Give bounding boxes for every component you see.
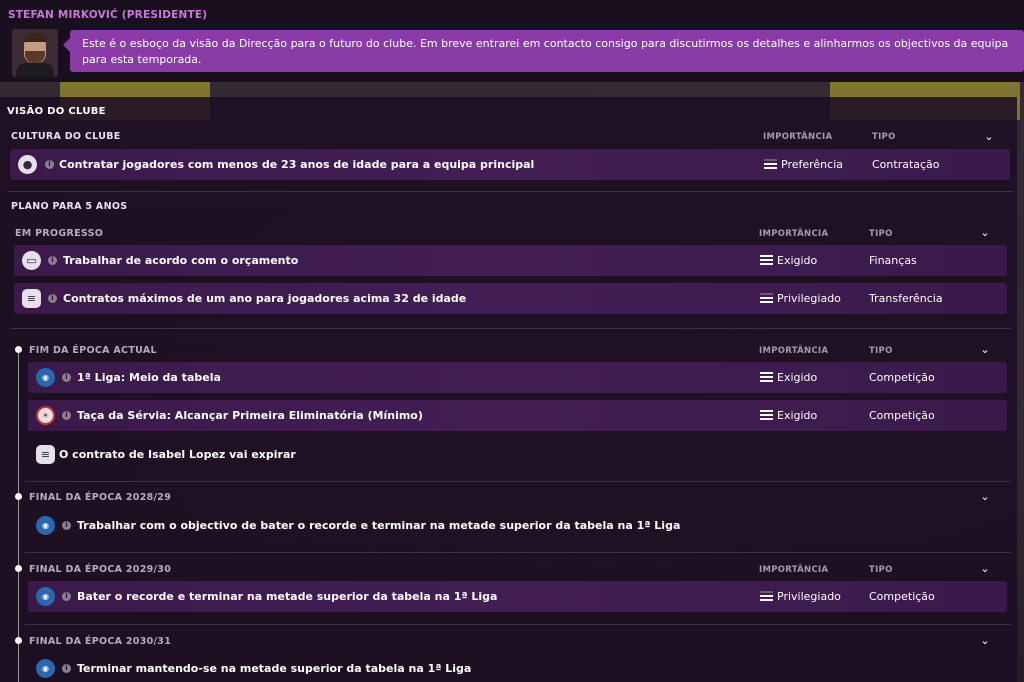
importance-bars-icon (760, 293, 773, 305)
group-title-season-2030-31: FINAL DA ÉPOCA 2030/31 (29, 636, 172, 647)
league-logo-icon: ◉ (36, 659, 55, 678)
col-importance-header: IMPORTÂNCIA (759, 565, 829, 575)
col-type-header: TIPO (869, 565, 893, 575)
person-icon: ● (18, 155, 37, 174)
chairman-speech-bubble: Este é o esboço da visão da Direcção par… (63, 30, 1024, 72)
vision-row[interactable]: ▭ i Trabalhar de acordo com o orçamento … (14, 245, 1007, 276)
chevron-down-icon[interactable]: ⌄ (978, 635, 992, 647)
vision-row-label: Contratar jogadores com menos de 23 anos… (59, 158, 535, 171)
chevron-down-icon[interactable]: ⌄ (978, 491, 992, 503)
importance-bars-icon (760, 255, 773, 267)
importance-value: Exigido (777, 409, 818, 422)
club-vision-panel: VISÃO DO CLUBE CULTURA DO CLUBE IMPORTÂN… (0, 97, 1017, 682)
timeline-dot (15, 565, 22, 572)
group-title-season-2029-30: FINAL DA ÉPOCA 2029/30 (29, 564, 172, 575)
group-title-season-2028-29: FINAL DA ÉPOCA 2028/29 (29, 492, 172, 503)
info-icon[interactable]: i (62, 664, 71, 673)
info-icon[interactable]: i (48, 256, 57, 265)
chairman-name: STEFAN MIRKOVIĆ (PRESIDENTE) (8, 9, 208, 21)
vision-row[interactable]: ◉ i 1ª Liga: Meio da tabela Exigido Comp… (28, 362, 1007, 393)
divider (7, 191, 1013, 192)
section-title-five-year-plan: PLANO PARA 5 ANOS (11, 201, 128, 212)
divider (11, 328, 1011, 329)
info-icon[interactable]: i (48, 294, 57, 303)
league-logo-icon: ◉ (36, 368, 55, 387)
type-value: Competição (869, 371, 935, 384)
col-type-header: TIPO (872, 132, 896, 142)
info-icon[interactable]: i (45, 160, 54, 169)
chevron-down-icon[interactable]: ⌄ (978, 344, 992, 356)
info-icon[interactable]: i (62, 411, 71, 420)
chevron-down-icon[interactable]: ⌄ (978, 227, 992, 239)
contract-icon: ≡ (36, 445, 55, 464)
wallet-icon: ▭ (22, 251, 41, 270)
importance-bars-icon (760, 372, 773, 384)
vision-row-label: Contratos máximos de um ano para jogador… (63, 292, 467, 305)
col-importance-header: IMPORTÂNCIA (763, 132, 833, 142)
type-value: Finanças (869, 254, 917, 267)
vision-note-label: O contrato de Isabel Lopez vai expirar (59, 448, 296, 461)
vision-row-label: Terminar mantendo-se na metade superior … (77, 662, 472, 675)
type-value: Competição (869, 590, 935, 603)
vision-row[interactable]: ✶ i Taça da Sérvia: Alcançar Primeira El… (28, 400, 1007, 431)
importance-bars-icon (760, 410, 773, 422)
timeline-dot (15, 493, 22, 500)
timeline-line (18, 349, 19, 682)
panel-title: VISÃO DO CLUBE (7, 106, 106, 117)
importance-bars-icon (760, 591, 773, 603)
vision-row-label: Taça da Sérvia: Alcançar Primeira Elimin… (77, 409, 423, 422)
divider (25, 624, 1011, 625)
contract-icon: ≡ (22, 289, 41, 308)
vision-row-label: Bater o recorde e terminar na metade sup… (77, 590, 498, 603)
importance-value: Privilegiado (777, 292, 841, 305)
divider (25, 481, 1011, 482)
chevron-down-icon[interactable]: ⌄ (978, 563, 992, 575)
vision-row-label: Trabalhar de acordo com o orçamento (63, 254, 299, 267)
group-title-end-current-season: FIM DA ÉPOCA ACTUAL (29, 345, 157, 356)
col-importance-header: IMPORTÂNCIA (759, 229, 829, 239)
importance-value: Privilegiado (777, 590, 841, 603)
col-importance-header: IMPORTÂNCIA (759, 346, 829, 356)
type-value: Competição (869, 409, 935, 422)
col-type-header: TIPO (869, 346, 893, 356)
importance-bars-icon (764, 159, 777, 171)
chevron-down-icon[interactable]: ⌄ (982, 131, 996, 143)
timeline-dot (15, 637, 22, 644)
vision-row[interactable]: ≡ i Contratos máximos de um ano para jog… (14, 283, 1007, 314)
chairman-message-bar: STEFAN MIRKOVIĆ (PRESIDENTE) Este é o es… (0, 0, 1024, 82)
divider (25, 552, 1011, 553)
league-logo-icon: ◉ (36, 587, 55, 606)
league-logo-icon: ◉ (36, 516, 55, 535)
section-title-culture: CULTURA DO CLUBE (11, 131, 121, 142)
info-icon[interactable]: i (62, 373, 71, 382)
chairman-avatar[interactable] (12, 29, 58, 77)
vision-note-row[interactable]: ≡ O contrato de Isabel Lopez vai expirar (28, 439, 1007, 470)
importance-value: Preferência (781, 158, 843, 171)
timeline-dot (15, 346, 22, 353)
info-icon[interactable]: i (62, 592, 71, 601)
vision-row[interactable]: ● i Contratar jogadores com menos de 23 … (10, 149, 1010, 180)
type-value: Transferência (869, 292, 943, 305)
vision-row[interactable]: ◉ i Bater o recorde e terminar na metade… (28, 581, 1007, 612)
importance-value: Exigido (777, 371, 818, 384)
cup-logo-icon: ✶ (36, 406, 55, 425)
vision-row-label: Trabalhar com o objectivo de bater o rec… (77, 519, 681, 532)
type-value: Contratação (872, 158, 940, 171)
col-type-header: TIPO (869, 229, 893, 239)
group-title-in-progress: EM PROGRESSO (15, 228, 104, 239)
vision-row-label: 1ª Liga: Meio da tabela (77, 371, 221, 384)
info-icon[interactable]: i (62, 521, 71, 530)
vision-row[interactable]: ◉ i Terminar mantendo-se na metade super… (28, 653, 1007, 682)
vision-row[interactable]: ◉ i Trabalhar com o objectivo de bater o… (28, 510, 1007, 541)
importance-value: Exigido (777, 254, 818, 267)
